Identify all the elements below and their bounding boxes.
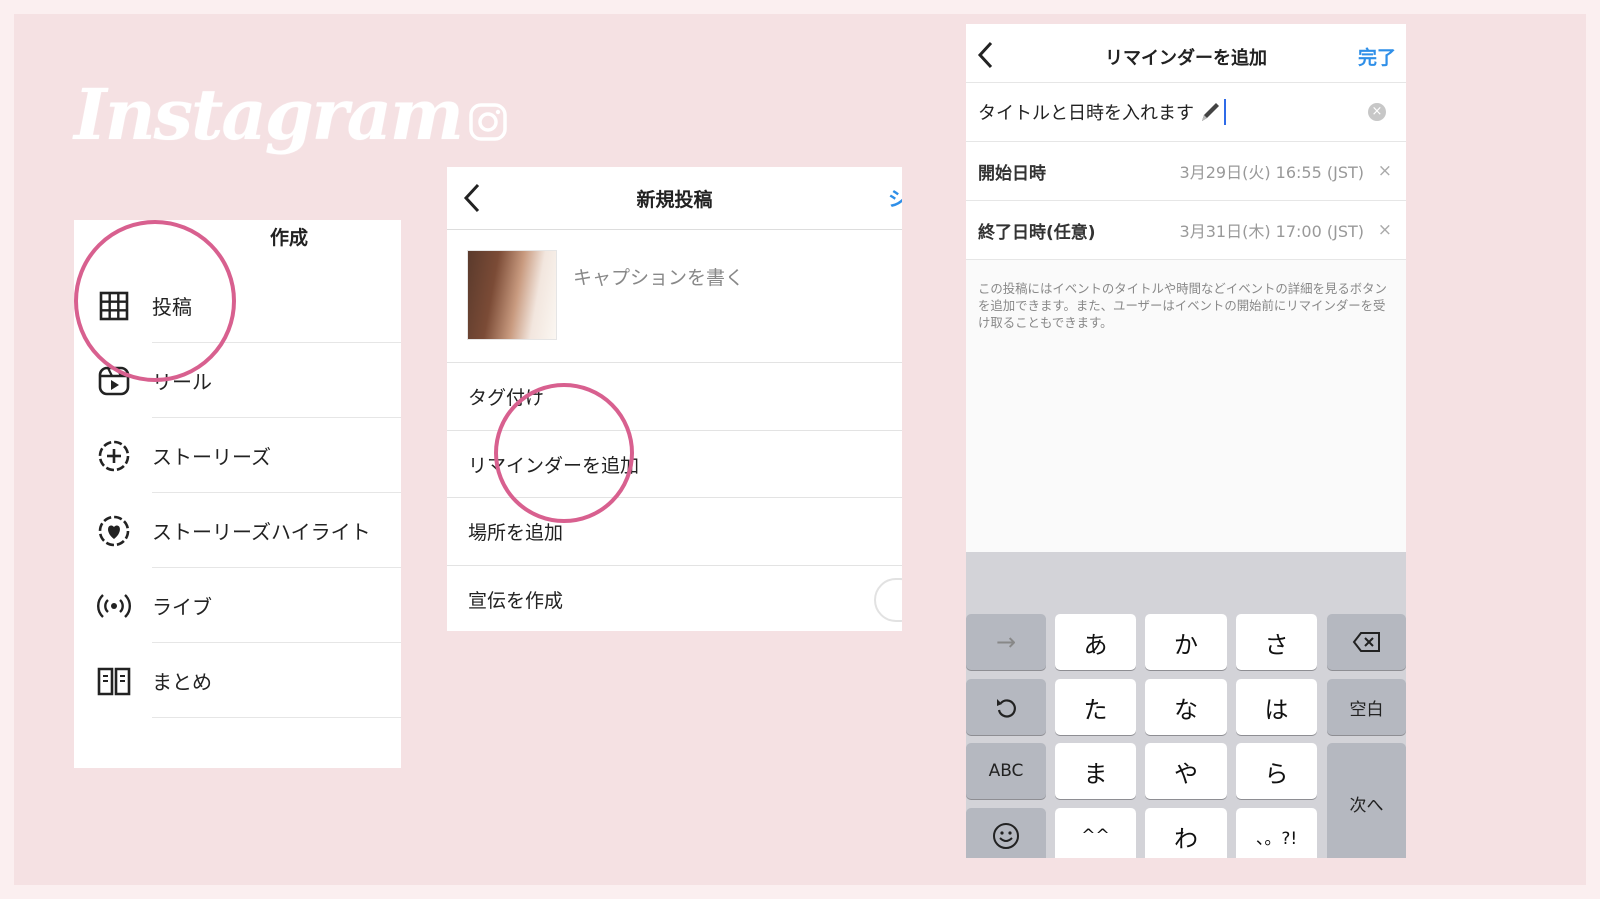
story-add-icon [94,436,134,476]
japanese-keyboard: → あ か さ た な は 空白 ABC ま や ら 次へ ^^ わ 、。?! [966,552,1406,858]
key-na[interactable]: な [1145,679,1227,735]
abc-key[interactable]: ABC [966,743,1046,799]
reminder-title: リマインダーを追加 [1105,48,1267,69]
grid-icon [94,286,134,326]
guide-book-icon [94,661,134,701]
menu-item-label: まとめ [152,670,212,694]
instagram-logo: Instagram [74,60,508,150]
promotion-toggle[interactable] [874,578,902,622]
row-label: 場所を追加 [468,522,564,544]
row-label: 宣伝を作成 [468,590,564,612]
menu-item-label: リール [152,370,212,394]
remove-start-icon[interactable]: × [1378,161,1392,181]
camera-icon [469,103,507,141]
create-menu-panel: 作成 投稿 リール ストーリーズ ストーリーズハイライト ライブ まとめ [74,220,401,768]
undo-icon [997,699,1016,718]
highlight-heart-icon [94,511,134,551]
start-date-value: 3月29日(火) 16:55 (JST) [1179,163,1364,182]
undo-key[interactable] [966,679,1046,735]
emoji-icon [993,823,1019,849]
menu-item-story-highlight[interactable]: ストーリーズハイライト [74,493,401,568]
event-title-value: タイトルと日時を入れます [978,103,1194,124]
caption-input[interactable]: キャプションを書く [573,263,744,290]
row-create-promotion[interactable]: 宣伝を作成 [447,565,902,631]
text-caret [1224,99,1226,125]
menu-item-label: ストーリーズ [152,445,271,469]
key-ha[interactable]: は [1236,679,1317,735]
end-date-label: 終了日時(任意) [978,222,1096,243]
pen-icon [1202,103,1219,121]
reminder-panel: リマインダーを追加 完了 タイトルと日時を入れます × 開始日時 3月29日(火… [966,24,1406,858]
key-ka[interactable]: か [1145,614,1227,670]
key-dakuten[interactable]: ^^ [1055,808,1136,858]
menu-item-label: 投稿 [152,295,192,319]
divider [152,717,401,718]
new-post-title: 新規投稿 [636,189,713,211]
reminder-note-text: この投稿にはイベントのタイトルや時間などイベントの詳細を見るボタンを追加できます… [978,281,1387,330]
backspace-icon [1352,632,1380,652]
key-arrow[interactable]: → [966,614,1046,670]
key-ta[interactable]: た [1055,679,1136,735]
start-date-label: 開始日時 [978,163,1046,184]
backspace-key[interactable] [1327,614,1406,670]
row-tag-people[interactable]: タグ付け [447,362,902,430]
key-ya[interactable]: や [1145,743,1227,799]
remove-end-icon[interactable]: × [1378,220,1392,240]
menu-item-post[interactable]: 投稿 [74,268,401,343]
key-wa[interactable]: わ [1145,808,1227,858]
menu-item-stories[interactable]: ストーリーズ [74,418,401,493]
reel-icon [94,361,134,401]
new-post-panel: 新規投稿 シ キャプションを書く タグ付け リマインダーを追加 場所を追加 宣伝… [447,167,902,631]
key-ma[interactable]: ま [1055,743,1136,799]
start-date-row[interactable]: 開始日時 3月29日(火) 16:55 (JST) × [966,142,1406,201]
next-key[interactable]: 次へ [1327,743,1406,858]
menu-item-guide[interactable]: まとめ [74,643,401,718]
row-label: リマインダーを追加 [468,455,640,477]
emoji-key[interactable] [966,808,1046,858]
key-ra[interactable]: ら [1236,743,1317,799]
menu-item-reel[interactable]: リール [74,343,401,418]
key-punctuation[interactable]: 、。?! [1236,808,1317,858]
event-title-input[interactable]: タイトルと日時を入れます × [966,83,1406,142]
new-post-header: 新規投稿 シ [447,167,902,230]
done-button[interactable]: 完了 [1358,43,1396,70]
post-thumbnail [467,250,557,340]
reminder-header: リマインダーを追加 完了 [966,24,1406,83]
key-sa[interactable]: さ [1236,614,1317,670]
menu-item-live[interactable]: ライブ [74,568,401,643]
row-add-reminder[interactable]: リマインダーを追加 [447,430,902,498]
end-date-row[interactable]: 終了日時(任意) 3月31日(木) 17:00 (JST) × [966,201,1406,260]
live-icon [94,586,134,626]
logo-wordmark: Instagram [74,73,464,156]
share-button[interactable]: シ [888,183,902,212]
row-add-location[interactable]: 場所を追加 [447,497,902,565]
space-key[interactable]: 空白 [1327,679,1406,735]
menu-item-label: ストーリーズハイライト [152,520,371,544]
key-a[interactable]: あ [1055,614,1136,670]
menu-item-label: ライブ [152,595,212,619]
create-menu-title: 作成 [270,227,309,249]
clear-icon[interactable]: × [1368,103,1386,121]
reminder-note: この投稿にはイベントのタイトルや時間などイベントの詳細を見るボタンを追加できます… [966,259,1406,553]
row-label: タグ付け [468,387,545,409]
end-date-value: 3月31日(木) 17:00 (JST) [1179,222,1364,241]
